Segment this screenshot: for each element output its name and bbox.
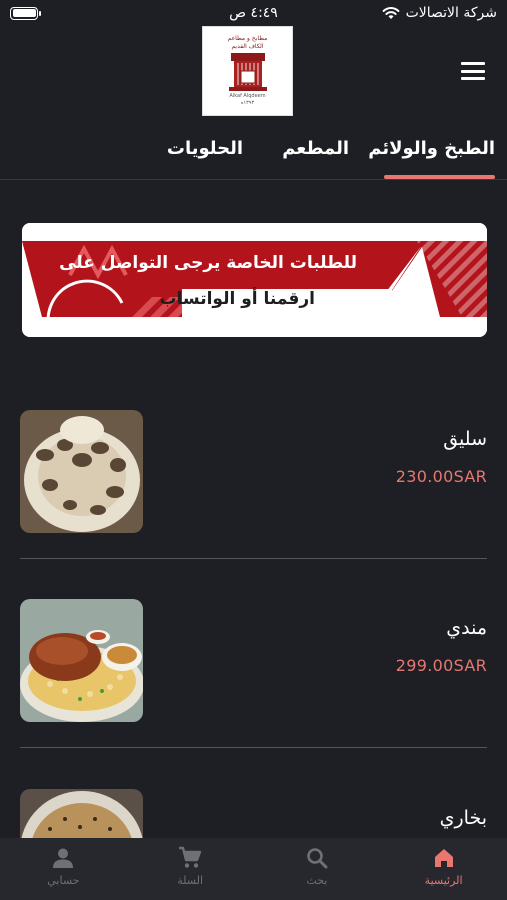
tab-restaurant[interactable]: المطعم: [282, 138, 349, 159]
tab-cooking-feasts[interactable]: الطبخ والولائم: [368, 138, 495, 159]
nav-home-label: الرئيسية: [424, 874, 463, 887]
product-image[interactable]: [20, 599, 143, 722]
product-image[interactable]: [20, 410, 143, 533]
nav-account[interactable]: حسابي: [0, 838, 127, 900]
promo-banner[interactable]: للطلبات الخاصة يرجى التواصل على ارقمنا أ…: [22, 223, 487, 337]
product-divider: [20, 747, 487, 748]
nav-cart-label: السلة: [177, 874, 203, 887]
wifi-icon: [382, 7, 399, 19]
bottom-nav: الرئيسية بحث السلة حسابي: [0, 838, 507, 900]
product-name: سليق: [443, 428, 487, 450]
logo-line-2: الكاف القديم: [231, 43, 264, 50]
brand-logo[interactable]: مطابخ و مطاعم الكاف القديم Alkaf Alqdeem…: [202, 26, 293, 116]
battery-icon: [10, 6, 41, 20]
menu-icon[interactable]: [461, 62, 485, 80]
search-icon: [307, 848, 328, 869]
product-name: مندي: [446, 617, 487, 639]
logo-emblem: [228, 53, 267, 91]
nav-search-label: بحث: [306, 874, 328, 887]
nav-home[interactable]: الرئيسية: [380, 838, 507, 900]
logo-line-1: مطابخ و مطاعم: [227, 35, 268, 42]
status-right: شركة الاتصالات: [382, 5, 497, 21]
product-price: 299.00SAR: [395, 656, 487, 675]
carrier-name: شركة الاتصالات: [405, 5, 497, 21]
logo-line-4: ١٣٩٣ه: [240, 100, 255, 106]
app-header: مطابخ و مطاعم الكاف القديم Alkaf Alqdeem…: [0, 26, 507, 118]
product-name: بخاري: [439, 807, 487, 829]
nav-cart[interactable]: السلة: [127, 838, 254, 900]
tab-desserts[interactable]: الحلويات: [167, 138, 243, 159]
category-tabs: الطبخ والولائم المطعم الحلويات: [0, 130, 507, 180]
logo-line-3: Alkaf Alqdeem: [229, 93, 266, 99]
product-divider: [20, 558, 487, 559]
active-tab-indicator: [384, 175, 495, 179]
banner-graphic: [22, 223, 487, 337]
nav-account-label: حسابي: [47, 874, 80, 887]
banner-text-line-1: للطلبات الخاصة يرجى التواصل على: [59, 253, 357, 273]
product-card[interactable]: مندي 299.00SAR: [20, 599, 487, 723]
cart-icon: [179, 846, 202, 868]
product-price: 230.00SAR: [395, 467, 487, 486]
product-card[interactable]: سليق 230.00SAR: [20, 410, 487, 534]
user-icon: [53, 848, 74, 868]
banner-text-line-2: ارقمنا أو الواتساب: [159, 289, 315, 309]
nav-search[interactable]: بحث: [254, 838, 381, 900]
home-icon: [434, 849, 453, 867]
status-bar: ٤:٤٩ ص شركة الاتصالات: [0, 0, 507, 26]
